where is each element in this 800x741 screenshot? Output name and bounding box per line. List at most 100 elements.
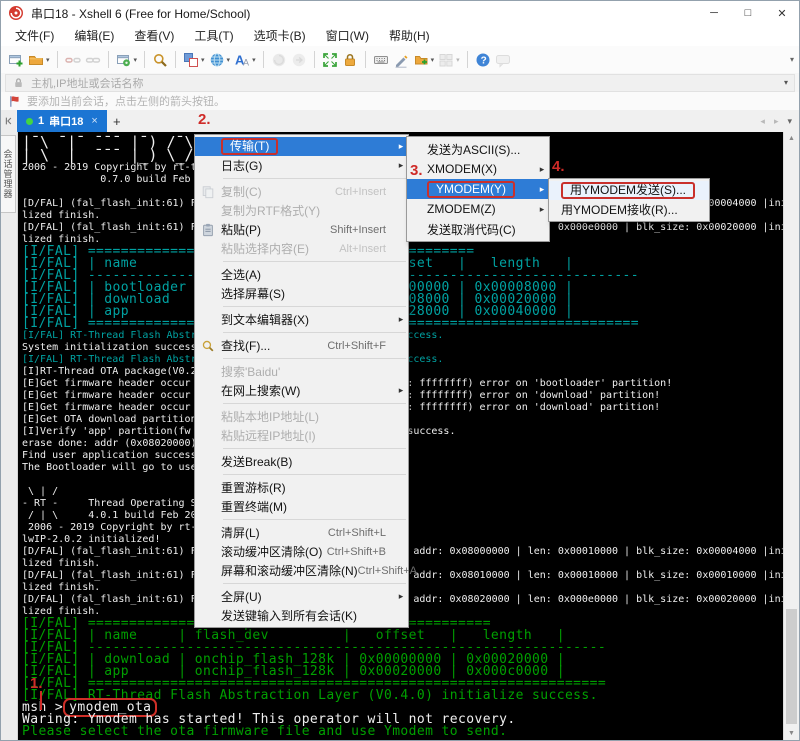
tile-windows-icon: ▾ bbox=[436, 49, 462, 71]
menu-item--x-[interactable]: 到文本编辑器(X)▸ bbox=[195, 310, 408, 329]
web-browser-dropdown-icon[interactable]: ▾ bbox=[227, 56, 231, 64]
tab-bar: 1 串口18 × + ◂ ▸ ▾ bbox=[1, 110, 799, 134]
menu-item--ascii-s-[interactable]: 发送为ASCII(S)... bbox=[407, 139, 549, 159]
minimize-button[interactable]: ─ bbox=[697, 1, 731, 25]
help-icon[interactable]: ? bbox=[473, 49, 493, 71]
menu-separator bbox=[195, 471, 408, 478]
menu-item-ymodem-y-[interactable]: YMODEM(Y) ▸ bbox=[407, 179, 549, 199]
menu-item-label: 传输(T) bbox=[221, 138, 278, 155]
menu-item-shortcut: Shift+Insert bbox=[330, 224, 394, 236]
toolbar-overflow-icon[interactable]: ▾ bbox=[790, 55, 794, 64]
menu-item--break-b-[interactable]: 发送Break(B) bbox=[195, 452, 408, 471]
tile-windows-dropdown-icon[interactable]: ▾ bbox=[456, 56, 460, 64]
menu-item-label: 用YMODEM接收(R)... bbox=[561, 201, 678, 218]
address-dropdown-icon[interactable]: ▾ bbox=[784, 78, 788, 87]
ymodem-submenu: 用YMODEM发送(S)...用YMODEM接收(R)... bbox=[548, 178, 710, 222]
maximize-button[interactable]: □ bbox=[731, 1, 765, 25]
menu-item--ymodem-s-[interactable]: 用YMODEM发送(S)... bbox=[549, 181, 709, 200]
tab-serial-18[interactable]: 1 串口18 × bbox=[17, 110, 107, 132]
menu-item--t-[interactable]: 传输(T)▸ bbox=[195, 137, 408, 156]
menu-item--w-[interactable]: 在网上搜索(W)▸ bbox=[195, 381, 408, 400]
tab-scroll-right-icon[interactable]: ▸ bbox=[774, 116, 779, 127]
menu-item--ip-i-: 粘贴远程IP地址(I) bbox=[195, 426, 408, 445]
disconnect-icon bbox=[63, 49, 83, 71]
menubar-item-1[interactable]: 文件(F) bbox=[5, 25, 64, 46]
new-file-icon[interactable]: ▾ bbox=[411, 49, 437, 71]
menu-item--ymodem-r-[interactable]: 用YMODEM接收(R)... bbox=[549, 200, 709, 219]
menu-item-label: 重置终端(M) bbox=[221, 498, 287, 515]
lock-screen-icon[interactable] bbox=[340, 49, 360, 71]
font-dropdown-icon[interactable]: ▾ bbox=[252, 56, 256, 64]
menu-item--a-[interactable]: 全选(A) bbox=[195, 265, 408, 284]
menubar-item-7[interactable]: 帮助(H) bbox=[379, 25, 440, 46]
close-button[interactable]: ✕ bbox=[765, 1, 799, 25]
menu-item-label: 粘贴本地IP地址(L) bbox=[221, 408, 319, 425]
menu-item-label: YMODEM(Y) bbox=[427, 181, 515, 198]
menu-item--s-[interactable]: 选择屏幕(S) bbox=[195, 284, 408, 303]
tab-number: 1 bbox=[38, 115, 44, 127]
menubar-item-5[interactable]: 选项卡(B) bbox=[244, 25, 316, 46]
menu-item--g-[interactable]: 日志(G)▸ bbox=[195, 156, 408, 175]
session-properties-dropdown-icon[interactable]: ▾ bbox=[134, 56, 138, 64]
session-properties-icon[interactable]: ▾ bbox=[114, 49, 140, 71]
layout-dropdown-icon[interactable]: ▾ bbox=[201, 56, 205, 64]
new-session-icon[interactable] bbox=[6, 49, 26, 71]
menubar-item-2[interactable]: 编辑(E) bbox=[64, 25, 124, 46]
submenu-arrow-icon: ▸ bbox=[535, 184, 549, 195]
menubar-item-6[interactable]: 窗口(W) bbox=[316, 25, 379, 46]
terminal-scrollbar[interactable]: ▲ ▼ bbox=[783, 132, 799, 740]
address-input[interactable]: 主机,IP地址或会话名称 ▾ bbox=[5, 74, 795, 92]
web-browser-icon[interactable]: ▾ bbox=[207, 49, 233, 71]
menu-item--o-[interactable]: 滚动缓冲区清除(O)Ctrl+Shift+B bbox=[195, 542, 408, 561]
collapse-panel-icon[interactable] bbox=[1, 110, 16, 132]
menu-item-label: XMODEM(X) bbox=[427, 162, 497, 176]
menu-item--k-[interactable]: 发送键输入到所有会话(K) bbox=[195, 606, 408, 625]
menu-item--n-[interactable]: 屏幕和滚动缓冲区清除(N)Ctrl+Shift+A bbox=[195, 561, 408, 580]
svg-text:A: A bbox=[243, 57, 249, 67]
menu-item-label: 到文本编辑器(X) bbox=[221, 311, 309, 328]
layout-icon[interactable]: ▾ bbox=[181, 49, 207, 71]
menu-item-shortcut: Ctrl+Shift+A bbox=[358, 565, 425, 577]
open-session-icon[interactable]: ▾ bbox=[26, 49, 52, 71]
scrollbar-thumb[interactable] bbox=[786, 609, 797, 724]
virtual-keyboard-icon[interactable] bbox=[371, 49, 391, 71]
menu-item-label: 复制(C) bbox=[221, 183, 262, 200]
menu-item-label: 复制为RTF格式(Y) bbox=[221, 202, 320, 219]
compose-bar-icon[interactable] bbox=[391, 49, 411, 71]
menubar-item-4[interactable]: 工具(T) bbox=[184, 25, 243, 46]
menu-item--u-[interactable]: 全屏(U)▸ bbox=[195, 587, 408, 606]
menu-item-label: 重置游标(R) bbox=[221, 479, 286, 496]
menu-item-zmodem-z-[interactable]: ZMODEM(Z)▸ bbox=[407, 199, 549, 219]
tab-scroll-left-icon[interactable]: ◂ bbox=[760, 116, 765, 127]
scrollbar-down-icon[interactable]: ▼ bbox=[784, 730, 799, 737]
toolbar-separator bbox=[144, 51, 145, 68]
font-icon[interactable]: AA▾ bbox=[232, 49, 258, 71]
menu-item--m-[interactable]: 重置终端(M) bbox=[195, 497, 408, 516]
tab-list-icon[interactable]: ▾ bbox=[787, 116, 792, 127]
menu-item-shortcut: Ctrl+Shift+F bbox=[327, 340, 394, 352]
menubar-item-3[interactable]: 查看(V) bbox=[124, 25, 184, 46]
title-bar[interactable]: 串口18 - Xshell 6 (Free for Home/School) ─… bbox=[1, 1, 799, 25]
scrollbar-up-icon[interactable]: ▲ bbox=[784, 135, 799, 142]
tab-close-icon[interactable]: × bbox=[91, 115, 97, 127]
menu-item--r-[interactable]: 重置游标(R) bbox=[195, 478, 408, 497]
menu-item-shortcut: Ctrl+Insert bbox=[335, 186, 394, 198]
menu-item--l-[interactable]: 清屏(L)Ctrl+Shift+L bbox=[195, 523, 408, 542]
menu-separator bbox=[195, 329, 408, 336]
new-tab-button[interactable]: + bbox=[107, 110, 127, 132]
menu-item-label: 清屏(L) bbox=[221, 524, 260, 541]
new-file-dropdown-icon[interactable]: ▾ bbox=[431, 56, 435, 64]
menu-item--f-[interactable]: 查找(F)... Ctrl+Shift+F bbox=[195, 336, 408, 355]
menu-item--c-[interactable]: 发送取消代码(C) bbox=[407, 219, 549, 239]
menu-item-label: 查找(F)... bbox=[221, 337, 270, 354]
open-session-dropdown-icon[interactable]: ▾ bbox=[46, 56, 50, 64]
menu-item-label: 发送Break(B) bbox=[221, 453, 292, 470]
fullscreen-icon[interactable] bbox=[320, 49, 340, 71]
menu-item--p-[interactable]: 粘贴(P)Shift+Insert bbox=[195, 220, 408, 239]
menu-item-label: 发送为ASCII(S)... bbox=[427, 141, 520, 158]
menu-item-xmodem-x-[interactable]: XMODEM(X)▸ bbox=[407, 159, 549, 179]
session-manager-tab[interactable]: 会话管理器 bbox=[1, 135, 16, 213]
menu-item-label: 发送键输入到所有会话(K) bbox=[221, 607, 357, 624]
find-icon[interactable] bbox=[150, 49, 170, 71]
reconnect-icon bbox=[83, 49, 103, 71]
